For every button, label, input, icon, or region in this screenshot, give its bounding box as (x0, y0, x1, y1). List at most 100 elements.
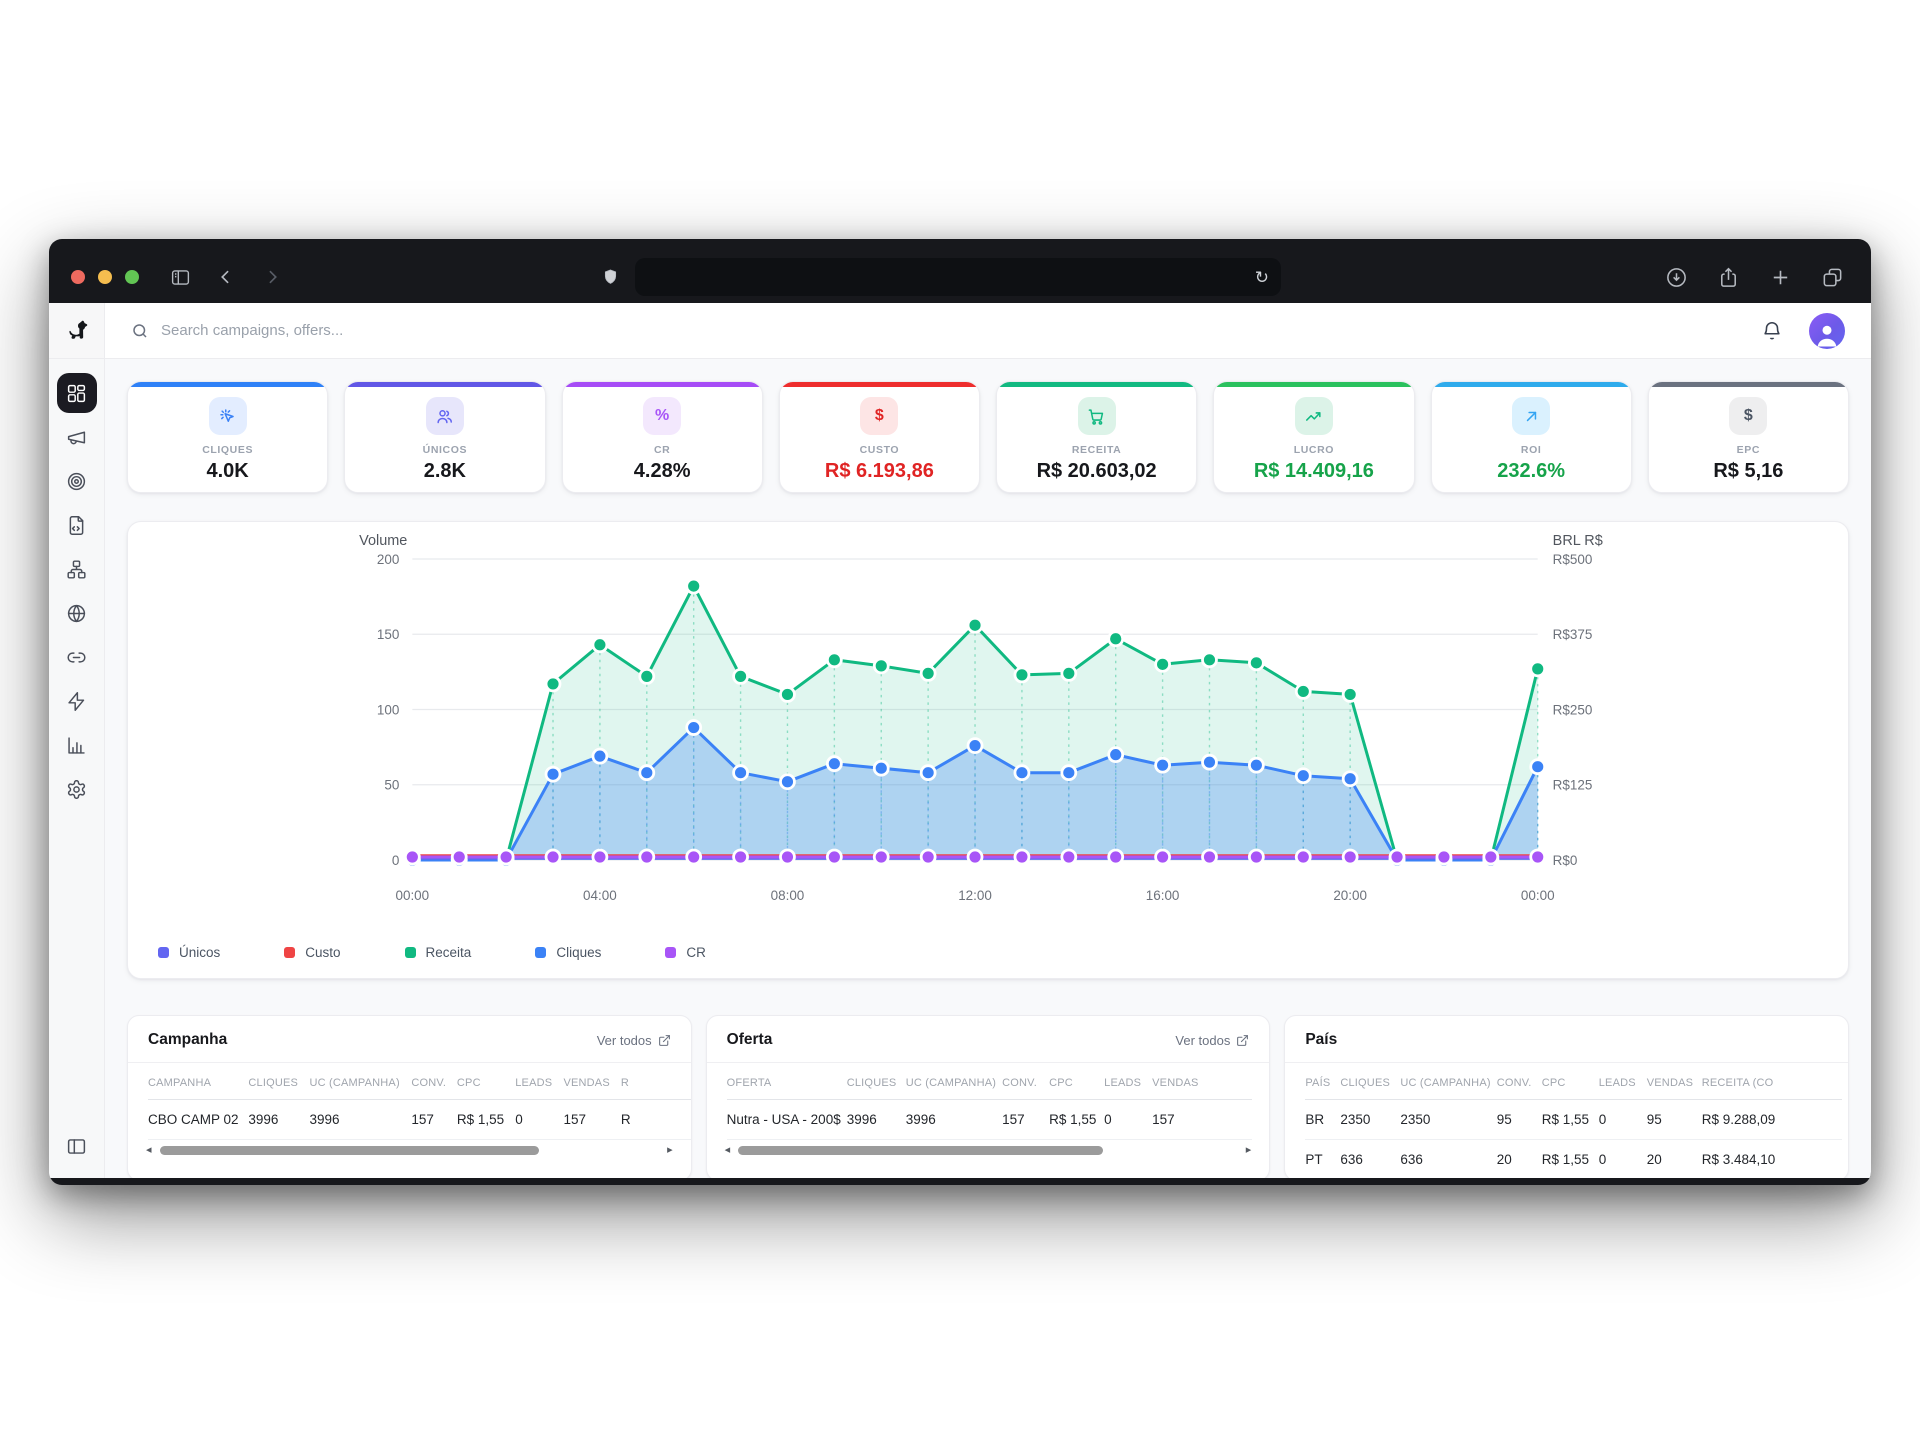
traffic-lights (71, 270, 139, 284)
table-row: BR2350235095R$ 1,55095R$ 9.288,09 (1305, 1100, 1841, 1140)
legend-label: Receita (426, 945, 472, 960)
user-avatar[interactable] (1809, 313, 1845, 349)
sidebar-item-settings[interactable] (57, 769, 97, 809)
sidebar-item-domains[interactable] (57, 593, 97, 633)
sidebar-item-campaigns[interactable] (57, 417, 97, 457)
scroll-right-arrow-icon[interactable]: ▸ (667, 1145, 673, 1156)
table-row: CBO CAMP 0239963996157R$ 1,550157R (148, 1100, 691, 1140)
kpi-label: ROI (1521, 444, 1541, 456)
downloads-icon[interactable] (1663, 264, 1689, 290)
close-window-button[interactable] (71, 270, 85, 284)
table-cell: R$ 1,55 (1542, 1140, 1599, 1179)
table-card-campanha: CampanhaVer todosCAMPANHACLIQUESUC (CAMP… (127, 1015, 692, 1178)
kpi-label: CUSTO (860, 444, 900, 456)
percent-icon: % (655, 407, 669, 425)
table-column-header: OFERTA (727, 1063, 847, 1100)
sidebar-item-links[interactable] (57, 637, 97, 677)
table-cell: 636 (1340, 1140, 1400, 1179)
legend-item-cr[interactable]: CR (665, 945, 706, 960)
browser-sidebar-toggle-icon[interactable] (167, 264, 193, 290)
scroll-left-arrow-icon[interactable]: ◂ (146, 1145, 152, 1156)
external-link-icon (658, 1034, 671, 1047)
scrollbar-thumb[interactable] (738, 1146, 1103, 1155)
scrollbar-track[interactable] (738, 1146, 1238, 1155)
sidebar-item-dashboard[interactable] (57, 373, 97, 413)
table-column-header: CLIQUES (1340, 1063, 1400, 1100)
new-tab-icon[interactable] (1767, 264, 1793, 290)
table-column-header: CONV. (411, 1063, 457, 1100)
table-cell: 0 (1599, 1100, 1647, 1140)
table-cell: R$ 1,55 (1542, 1100, 1599, 1140)
zoom-window-button[interactable] (125, 270, 139, 284)
sidebar-item-offers[interactable] (57, 461, 97, 501)
kpi-card-cr: %CR4.28% (562, 381, 763, 493)
ver-todos-link[interactable]: Ver todos (597, 1033, 671, 1048)
app-logo[interactable] (49, 303, 105, 358)
sidebar-item-flows[interactable] (57, 549, 97, 589)
table-column-header: CAMPANHA (148, 1063, 248, 1100)
table-cell: CBO CAMP 02 (148, 1100, 248, 1140)
notifications-bell-icon[interactable] (1761, 320, 1783, 342)
kpi-card-lucro: LUCROR$ 14.409,16 (1213, 381, 1414, 493)
legend-label: Custo (305, 945, 340, 960)
legend-item-únicos[interactable]: Únicos (158, 945, 220, 960)
table-title: País (1305, 1031, 1337, 1049)
table-column-header: CONV. (1497, 1063, 1542, 1100)
table-cell: 3996 (248, 1100, 309, 1140)
scrollbar-thumb[interactable] (160, 1146, 540, 1155)
shield-icon[interactable] (597, 264, 623, 290)
svg-text:200: 200 (377, 552, 399, 567)
kpi-value: R$ 6.193,86 (825, 460, 934, 483)
legend-item-cliques[interactable]: Cliques (535, 945, 601, 960)
sidebar-item-reports[interactable] (57, 725, 97, 765)
kpi-label: EPC (1737, 444, 1760, 456)
sidebar-item-collapse[interactable] (57, 1126, 97, 1166)
scrollbar-track[interactable] (160, 1146, 660, 1155)
tab-overview-icon[interactable] (1819, 264, 1845, 290)
legend-label: Cliques (556, 945, 601, 960)
table-column-header: LEADS (515, 1063, 563, 1100)
external-link-icon (1236, 1034, 1249, 1047)
reload-icon[interactable]: ↻ (1255, 269, 1269, 286)
svg-text:00:00: 00:00 (395, 888, 429, 903)
table-column-header: LEADS (1104, 1063, 1152, 1100)
svg-text:R$250: R$250 (1553, 702, 1593, 717)
forward-button-icon[interactable] (259, 264, 285, 290)
kpi-icon-chip (1295, 397, 1333, 435)
horizontal-scrollbar[interactable]: ◂▸ (707, 1140, 1270, 1164)
table-title: Oferta (727, 1031, 773, 1049)
ver-todos-link[interactable]: Ver todos (1175, 1033, 1249, 1048)
sidebar-item-landers[interactable] (57, 505, 97, 545)
legend-item-custo[interactable]: Custo (284, 945, 340, 960)
kpi-accent-bar (128, 382, 327, 387)
legend-label: CR (686, 945, 706, 960)
browser-window: ↻ (49, 239, 1871, 1185)
table-cell: R (621, 1100, 691, 1140)
table-cell: 95 (1497, 1100, 1542, 1140)
table-column-header: CPC (1049, 1063, 1104, 1100)
scroll-left-arrow-icon[interactable]: ◂ (725, 1145, 731, 1156)
svg-text:00:00: 00:00 (1521, 888, 1555, 903)
url-bar[interactable]: ↻ (635, 258, 1281, 296)
search-icon (131, 322, 149, 340)
share-icon[interactable] (1715, 264, 1741, 290)
kpi-accent-bar (1432, 382, 1631, 387)
table-column-header: LEADS (1599, 1063, 1647, 1100)
table-cell: 0 (1104, 1100, 1152, 1140)
scroll-right-arrow-icon[interactable]: ▸ (1246, 1145, 1252, 1156)
search-input[interactable] (161, 322, 581, 339)
dollar-icon: $ (875, 407, 884, 425)
sidebar-item-automation[interactable] (57, 681, 97, 721)
table-row: PT63663620R$ 1,55020R$ 3.484,10 (1305, 1140, 1841, 1179)
svg-text:100: 100 (377, 702, 399, 717)
table-cell: R$ 3.484,10 (1702, 1140, 1842, 1179)
svg-text:Volume: Volume (359, 533, 407, 549)
table-card-pais: PaísPAÍSCLIQUESUC (CAMPANHA)CONV.CPCLEAD… (1284, 1015, 1849, 1178)
kpi-value: R$ 5,16 (1713, 460, 1783, 483)
dashboard-app: CLIQUES4.0KÚNICOS2.8K%CR4.28%$CUSTOR$ 6.… (49, 303, 1871, 1178)
legend-item-receita[interactable]: Receita (405, 945, 472, 960)
minimize-window-button[interactable] (98, 270, 112, 284)
back-button-icon[interactable] (213, 264, 239, 290)
horizontal-scrollbar[interactable]: ◂▸ (128, 1140, 691, 1164)
svg-text:150: 150 (377, 627, 399, 642)
